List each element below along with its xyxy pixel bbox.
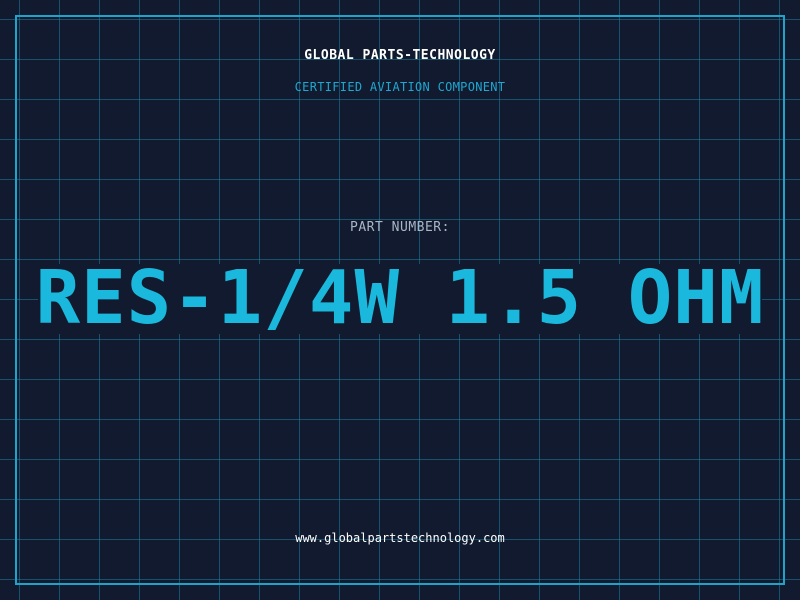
company-name: GLOBAL PARTS-TECHNOLOGY [304,48,496,63]
website-link[interactable]: www.globalpartstechnology.com [0,531,800,545]
part-number-value: RES-1/4W 1.5 OHM [35,255,765,341]
certification-subtitle: CERTIFIED AVIATION COMPONENT [294,80,506,94]
part-number-label: PART NUMBER: [350,220,450,235]
